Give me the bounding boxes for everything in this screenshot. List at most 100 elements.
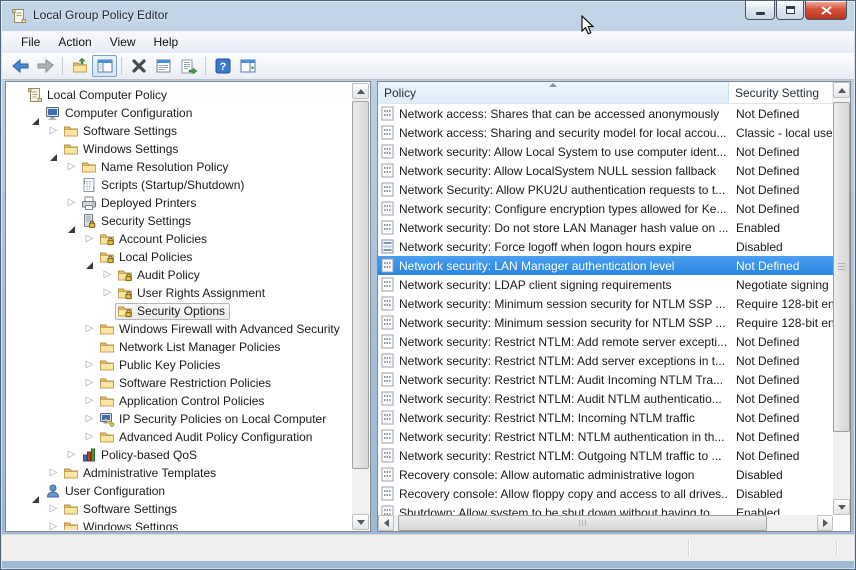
menu-help[interactable]: Help — [145, 33, 188, 51]
column-header-security-setting[interactable]: Security Setting — [729, 82, 833, 103]
column-header-policy[interactable]: Policy — [378, 82, 729, 103]
restore-button[interactable] — [776, 1, 804, 20]
list-row[interactable]: Network security: Allow Local System to … — [378, 142, 833, 161]
tree-item-policy-based-qos[interactable]: ▷Policy-based QoS — [7, 446, 352, 464]
tree-item-network-list-manager-policies[interactable]: Network List Manager Policies — [7, 338, 352, 356]
show-console-tree-button[interactable] — [92, 55, 117, 77]
tree-item-advanced-audit-policy-configuration[interactable]: ▷Advanced Audit Policy Configuration — [7, 428, 352, 446]
list-row[interactable]: Network security: Minimum session securi… — [378, 294, 833, 313]
tree-item-windows-firewall-with-advanced-security[interactable]: ▷Windows Firewall with Advanced Security — [7, 320, 352, 338]
tree-item-local-computer-policy[interactable]: Local Computer Policy — [7, 86, 352, 104]
forward-button[interactable] — [33, 55, 58, 77]
list-vertical-scrollbar[interactable] — [833, 82, 850, 515]
tree-item-computer-configuration[interactable]: Computer Configuration — [7, 104, 352, 122]
tree-item-software-settings[interactable]: ▷Software Settings — [7, 500, 352, 518]
list-row[interactable]: Network security: LDAP client signing re… — [378, 275, 833, 294]
show-action-pane-button[interactable] — [235, 55, 260, 77]
close-button[interactable] — [805, 1, 847, 20]
expander-closed-icon[interactable]: ▷ — [46, 122, 61, 140]
tree-item-user-configuration[interactable]: User Configuration — [7, 482, 352, 500]
expander-closed-icon[interactable]: ▷ — [46, 518, 61, 530]
list-row[interactable]: Network security: Restrict NTLM: Incomin… — [378, 408, 833, 427]
properties-button[interactable] — [151, 55, 176, 77]
scroll-down-button[interactable] — [833, 499, 850, 515]
menu-view[interactable]: View — [101, 33, 145, 51]
back-button[interactable] — [8, 55, 33, 77]
scrollbar-thumb[interactable] — [398, 515, 767, 531]
list-row[interactable]: Network security: Restrict NTLM: Audit I… — [378, 370, 833, 389]
tree-item-windows-settings[interactable]: Windows Settings — [7, 140, 352, 158]
tree-item-account-policies[interactable]: ▷Account Policies — [7, 230, 352, 248]
titlebar[interactable]: Local Group Policy Editor — [1, 1, 855, 31]
tree-item-deployed-printers[interactable]: ▷Deployed Printers — [7, 194, 352, 212]
tree-item-public-key-policies[interactable]: ▷Public Key Policies — [7, 356, 352, 374]
expander-closed-icon[interactable]: ▷ — [82, 428, 97, 446]
list-row[interactable]: Network security: Force logoff when logo… — [378, 237, 833, 256]
tree-item-ip-security-policies-on-local-computer[interactable]: ▷IP Security Policies on Local Computer — [7, 410, 352, 428]
tree-item-application-control-policies[interactable]: ▷Application Control Policies — [7, 392, 352, 410]
list-row[interactable]: Network security: Do not store LAN Manag… — [378, 218, 833, 237]
list-row[interactable]: Network security: Restrict NTLM: NTLM au… — [378, 427, 833, 446]
expander-closed-icon[interactable]: ▷ — [64, 158, 79, 176]
expander-closed-icon[interactable]: ▷ — [46, 464, 61, 482]
tree-item-security-settings[interactable]: Security Settings — [7, 212, 352, 230]
up-one-level-button[interactable] — [67, 55, 92, 77]
expander-closed-icon[interactable]: ▷ — [82, 320, 97, 338]
list-row[interactable]: Network access: Sharing and security mod… — [378, 123, 833, 142]
list-row[interactable]: Recovery console: Allow automatic admini… — [378, 465, 833, 484]
tree-item-label: User Configuration — [65, 484, 165, 498]
expander-closed-icon[interactable]: ▷ — [64, 194, 79, 212]
toolbar-separator — [62, 57, 63, 75]
expander-closed-icon[interactable]: ▷ — [82, 230, 97, 248]
tree-item-windows-settings[interactable]: ▷Windows Settings — [7, 518, 352, 530]
tree-vertical-scrollbar[interactable] — [352, 83, 369, 530]
expander-closed-icon[interactable]: ▷ — [82, 410, 97, 428]
tree-item-software-restriction-policies[interactable]: ▷Software Restriction Policies — [7, 374, 352, 392]
list-row[interactable]: Network Security: Allow PKU2U authentica… — [378, 180, 833, 199]
export-list-button[interactable] — [176, 55, 201, 77]
list-row[interactable]: Network security: Configure encryption t… — [378, 199, 833, 218]
list-row[interactable]: Recovery console: Allow floppy copy and … — [378, 484, 833, 503]
expander-closed-icon[interactable]: ▷ — [64, 446, 79, 464]
menu-file[interactable]: File — [12, 33, 49, 51]
list-row[interactable]: Network security: LAN Manager authentica… — [378, 256, 833, 275]
tree-item-administrative-templates[interactable]: ▷Administrative Templates — [7, 464, 352, 482]
expander-closed-icon[interactable]: ▷ — [82, 356, 97, 374]
minimize-button[interactable] — [745, 1, 775, 20]
expander-closed-icon[interactable]: ▷ — [100, 284, 115, 302]
security-setting-value: Not Defined — [729, 373, 833, 387]
scrollbar-thumb[interactable] — [833, 102, 850, 432]
scrollbar-thumb[interactable] — [352, 101, 369, 469]
list-row[interactable]: Shutdown: Allow system to be shut down w… — [378, 503, 833, 515]
scroll-up-button[interactable] — [352, 83, 369, 99]
tree-item-audit-policy[interactable]: ▷Audit Policy — [7, 266, 352, 284]
expander-closed-icon[interactable]: ▷ — [100, 266, 115, 284]
arrow-down-icon — [357, 520, 365, 525]
tree-item-scripts-startup-shutdown[interactable]: Scripts (Startup/Shutdown) — [7, 176, 352, 194]
list-row[interactable]: Network security: Allow LocalSystem NULL… — [378, 161, 833, 180]
tree-item-software-settings[interactable]: ▷Software Settings — [7, 122, 352, 140]
expander-closed-icon[interactable]: ▷ — [46, 500, 61, 518]
policy-name: Network security: Restrict NTLM: Outgoin… — [399, 449, 722, 463]
list-row[interactable]: Network security: Restrict NTLM: Add ser… — [378, 351, 833, 370]
list-row[interactable]: Network security: Restrict NTLM: Outgoin… — [378, 446, 833, 465]
help-button[interactable]: ? — [210, 55, 235, 77]
list-row[interactable]: Network access: Shares that can be acces… — [378, 104, 833, 123]
list-row[interactable]: Network security: Restrict NTLM: Audit N… — [378, 389, 833, 408]
tree-item-name-resolution-policy[interactable]: ▷Name Resolution Policy — [7, 158, 352, 176]
list-horizontal-scrollbar[interactable] — [378, 515, 833, 531]
scroll-down-button[interactable] — [352, 514, 369, 530]
expander-closed-icon[interactable]: ▷ — [82, 374, 97, 392]
delete-button[interactable] — [126, 55, 151, 77]
list-row[interactable]: Network security: Restrict NTLM: Add rem… — [378, 332, 833, 351]
scroll-left-button[interactable] — [378, 515, 394, 531]
expander-closed-icon[interactable]: ▷ — [82, 392, 97, 410]
scroll-up-button[interactable] — [833, 82, 850, 98]
scroll-right-button[interactable] — [817, 515, 833, 531]
list-row[interactable]: Network security: Minimum session securi… — [378, 313, 833, 332]
menu-action[interactable]: Action — [49, 33, 100, 51]
tree-item-local-policies[interactable]: Local Policies — [7, 248, 352, 266]
tree-item-security-options[interactable]: Security Options — [7, 302, 352, 320]
policy-icon — [381, 429, 394, 444]
tree-item-user-rights-assignment[interactable]: ▷User Rights Assignment — [7, 284, 352, 302]
